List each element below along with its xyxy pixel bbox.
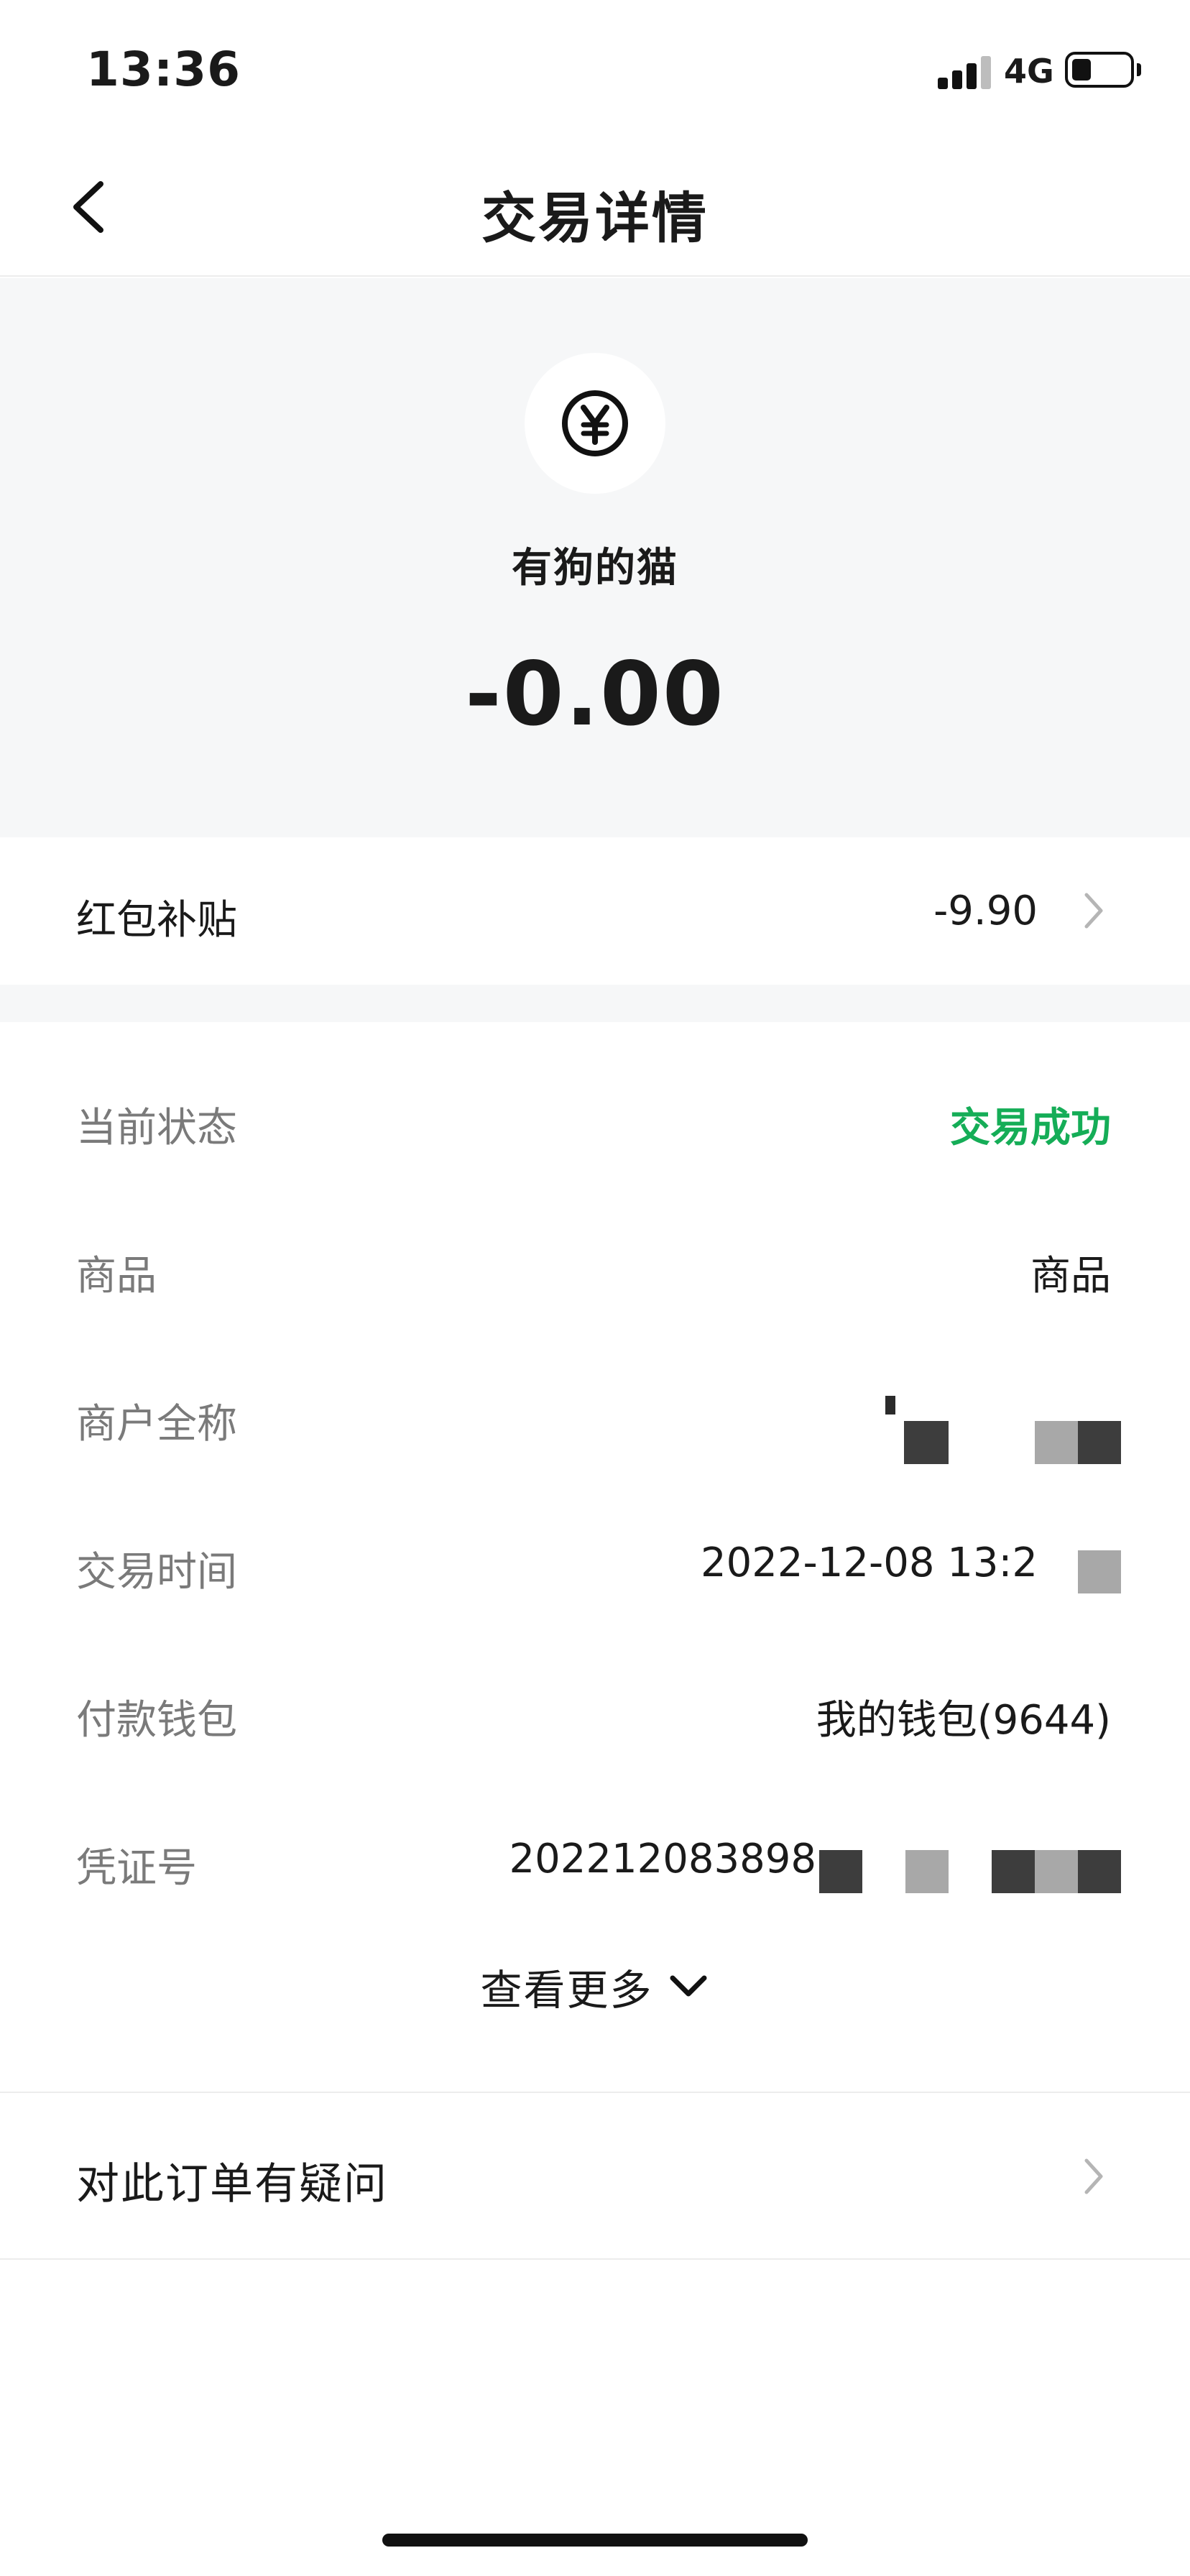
status-bar: 13:36 4G [0, 0, 1190, 137]
view-more-button[interactable]: 查看更多 [0, 1956, 1190, 2036]
network-type: 4G [1004, 52, 1054, 91]
redaction-mask [1035, 1850, 1078, 1893]
redaction-mask [1035, 1421, 1078, 1464]
redaction-mask [904, 1421, 949, 1464]
goods-label: 商品 [76, 1253, 157, 1300]
transaction-header: 有狗的猫 -0.00 [0, 278, 1190, 837]
subsidy-value: -9.90 [933, 888, 1038, 934]
yen-icon [559, 387, 631, 459]
chevron-right-icon [1079, 889, 1108, 932]
subsidy-row[interactable]: 红包补贴 -9.90 [0, 837, 1190, 985]
merchant-full-name-label: 商户全称 [76, 1401, 237, 1448]
section-gap [0, 985, 1190, 1022]
goods-value: 商品 [1030, 1253, 1111, 1300]
redaction-mask [885, 1396, 895, 1414]
wallet-label: 付款钱包 [76, 1697, 237, 1744]
transaction-amount: -0.00 [465, 643, 725, 745]
merchant-name: 有狗的猫 [512, 545, 678, 592]
merchant-avatar [525, 353, 665, 494]
order-question-row[interactable]: 对此订单有疑问 [0, 2093, 1190, 2258]
subsidy-label: 红包补贴 [76, 897, 237, 944]
signal-icon [938, 56, 992, 89]
view-more-label: 查看更多 [480, 1966, 653, 2015]
status-time: 13:36 [86, 42, 241, 97]
redaction-mask [1078, 1550, 1121, 1593]
battery-tip [1137, 63, 1141, 76]
redaction-mask [1078, 1421, 1121, 1464]
transaction-details: 当前状态 交易成功 商品 商品 商户全称 交易时间 2022-12-08 13:… [0, 1022, 1190, 2092]
voucher-label: 凭证号 [76, 1845, 197, 1892]
transaction-time-value: 2022-12-08 13:2 [701, 1540, 1038, 1586]
voucher-value: 202212083898 [509, 1836, 816, 1882]
redaction-mask [992, 1850, 1035, 1893]
order-question-label: 对此订单有疑问 [76, 2159, 388, 2209]
nav-bar: 交易详情 [0, 137, 1190, 277]
page-title: 交易详情 [481, 186, 709, 250]
status-value: 交易成功 [950, 1105, 1111, 1151]
chevron-down-icon [667, 1969, 710, 2004]
redaction-mask [1078, 1850, 1121, 1893]
status-label: 当前状态 [76, 1105, 237, 1151]
home-indicator[interactable] [382, 2534, 808, 2547]
redaction-mask [819, 1850, 862, 1893]
transaction-time-label: 交易时间 [76, 1549, 237, 1596]
redaction-mask [905, 1850, 949, 1893]
wallet-value: 我的钱包(9644) [816, 1697, 1111, 1744]
divider [0, 2258, 1190, 2260]
chevron-right-icon [1079, 2155, 1108, 2198]
battery-icon [1065, 52, 1134, 88]
